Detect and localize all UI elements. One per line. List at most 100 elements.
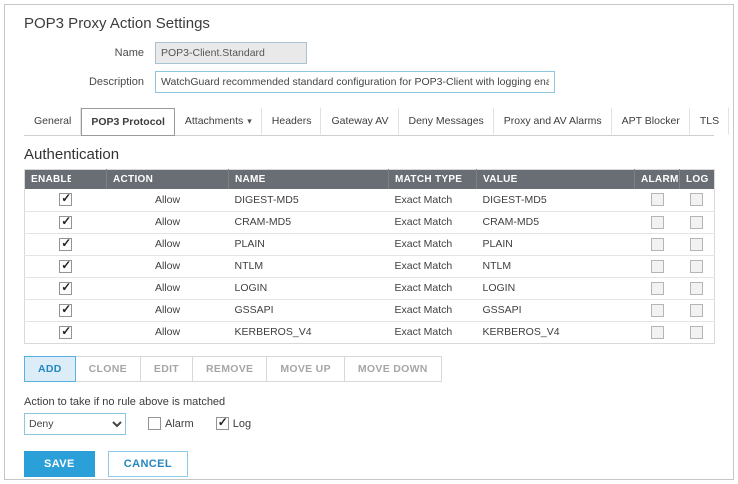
move-down-button[interactable]: MOVE DOWN [344,356,442,382]
name-cell: KERBEROS_V4 [229,321,389,343]
name-row: Name [24,42,714,64]
no-rule-log-checkbox[interactable] [216,417,229,430]
enabled-checkbox[interactable] [59,282,72,295]
match-type-cell: Exact Match [389,277,477,299]
alarm-checkbox[interactable] [651,260,664,273]
tab-attachments-label: Attachments [185,115,243,127]
alarm-checkbox[interactable] [651,216,664,229]
table-row[interactable]: Allow NTLM Exact Match NTLM [25,255,715,277]
enabled-checkbox[interactable] [59,216,72,229]
log-checkbox[interactable] [690,238,703,251]
table-row[interactable]: Allow GSSAPI Exact Match GSSAPI [25,299,715,321]
tab-deny-messages[interactable]: Deny Messages [399,107,494,135]
value-cell: DIGEST-MD5 [477,189,635,211]
tab-bar: General POP3 Protocol Attachments▾ Heade… [24,107,714,136]
tab-gateway-av[interactable]: Gateway AV [321,107,398,135]
no-rule-log-label: Log [233,418,251,430]
enabled-checkbox[interactable] [59,260,72,273]
edit-button[interactable]: EDIT [140,356,193,382]
tab-apt-blocker[interactable]: APT Blocker [612,107,690,135]
tab-general[interactable]: General [24,107,81,135]
settings-page: POP3 Proxy Action Settings Name Descript… [4,4,734,480]
log-checkbox[interactable] [690,304,703,317]
col-header-value: VALUE [477,170,635,190]
action-cell: Allow [107,277,229,299]
value-cell: PLAIN [477,233,635,255]
value-cell: NTLM [477,255,635,277]
no-rule-alarm-checkbox[interactable] [148,417,161,430]
clone-button[interactable]: CLONE [75,356,141,382]
action-cell: Allow [107,189,229,211]
enabled-checkbox[interactable] [59,304,72,317]
name-cell: DIGEST-MD5 [229,189,389,211]
tab-tls[interactable]: TLS [690,107,729,135]
table-row[interactable]: Allow CRAM-MD5 Exact Match CRAM-MD5 [25,211,715,233]
description-row: Description [24,71,714,93]
match-type-cell: Exact Match [389,233,477,255]
alarm-option[interactable]: Alarm [148,417,194,430]
cancel-button[interactable]: CANCEL [108,451,188,477]
no-rule-action-select[interactable]: Deny [24,413,126,435]
table-header-row: ENABLED ACTION NAME MATCH TYPE VALUE ALA… [25,170,715,190]
description-input[interactable] [155,71,555,93]
name-cell: NTLM [229,255,389,277]
tab-proxy-and-av-alarms[interactable]: Proxy and AV Alarms [494,107,612,135]
name-label: Name [24,47,144,59]
match-type-cell: Exact Match [389,211,477,233]
log-checkbox[interactable] [690,216,703,229]
alarm-checkbox[interactable] [651,238,664,251]
action-cell: Allow [107,211,229,233]
save-button[interactable]: SAVE [24,451,95,477]
match-type-cell: Exact Match [389,321,477,343]
remove-button[interactable]: REMOVE [192,356,267,382]
log-checkbox[interactable] [690,260,703,273]
add-button[interactable]: ADD [24,356,76,382]
log-option[interactable]: Log [216,417,251,430]
footer-actions: SAVE CANCEL [24,451,714,477]
action-cell: Allow [107,255,229,277]
name-cell: GSSAPI [229,299,389,321]
col-header-action: ACTION [107,170,229,190]
value-cell: GSSAPI [477,299,635,321]
name-input[interactable] [155,42,307,64]
section-title: Authentication [24,146,714,163]
action-cell: Allow [107,321,229,343]
col-header-name: NAME [229,170,389,190]
no-rule-controls: Deny Alarm Log [24,413,714,435]
col-header-log: LOG [680,170,715,190]
log-checkbox[interactable] [690,282,703,295]
col-header-enabled: ENABLED [25,170,107,190]
no-rule-alarm-label: Alarm [165,418,194,430]
log-checkbox[interactable] [690,326,703,339]
value-cell: LOGIN [477,277,635,299]
value-cell: KERBEROS_V4 [477,321,635,343]
alarm-checkbox[interactable] [651,282,664,295]
table-row[interactable]: Allow LOGIN Exact Match LOGIN [25,277,715,299]
enabled-checkbox[interactable] [59,193,72,206]
table-row[interactable]: Allow KERBEROS_V4 Exact Match KERBEROS_V… [25,321,715,343]
name-cell: PLAIN [229,233,389,255]
table-row[interactable]: Allow PLAIN Exact Match PLAIN [25,233,715,255]
action-cell: Allow [107,299,229,321]
description-label: Description [24,76,144,88]
alarm-checkbox[interactable] [651,304,664,317]
tab-pop3-protocol[interactable]: POP3 Protocol [81,108,175,136]
name-cell: LOGIN [229,277,389,299]
tab-headers[interactable]: Headers [262,107,322,135]
match-type-cell: Exact Match [389,189,477,211]
move-up-button[interactable]: MOVE UP [266,356,345,382]
match-type-cell: Exact Match [389,299,477,321]
alarm-checkbox[interactable] [651,193,664,206]
table-row[interactable]: Allow DIGEST-MD5 Exact Match DIGEST-MD5 [25,189,715,211]
enabled-checkbox[interactable] [59,326,72,339]
col-header-match-type: MATCH TYPE [389,170,477,190]
name-cell: CRAM-MD5 [229,211,389,233]
value-cell: CRAM-MD5 [477,211,635,233]
log-checkbox[interactable] [690,193,703,206]
tab-attachments[interactable]: Attachments▾ [175,107,262,135]
page-title: POP3 Proxy Action Settings [24,15,714,32]
action-cell: Allow [107,233,229,255]
alarm-checkbox[interactable] [651,326,664,339]
enabled-checkbox[interactable] [59,238,72,251]
col-header-alarm: ALARM [635,170,680,190]
